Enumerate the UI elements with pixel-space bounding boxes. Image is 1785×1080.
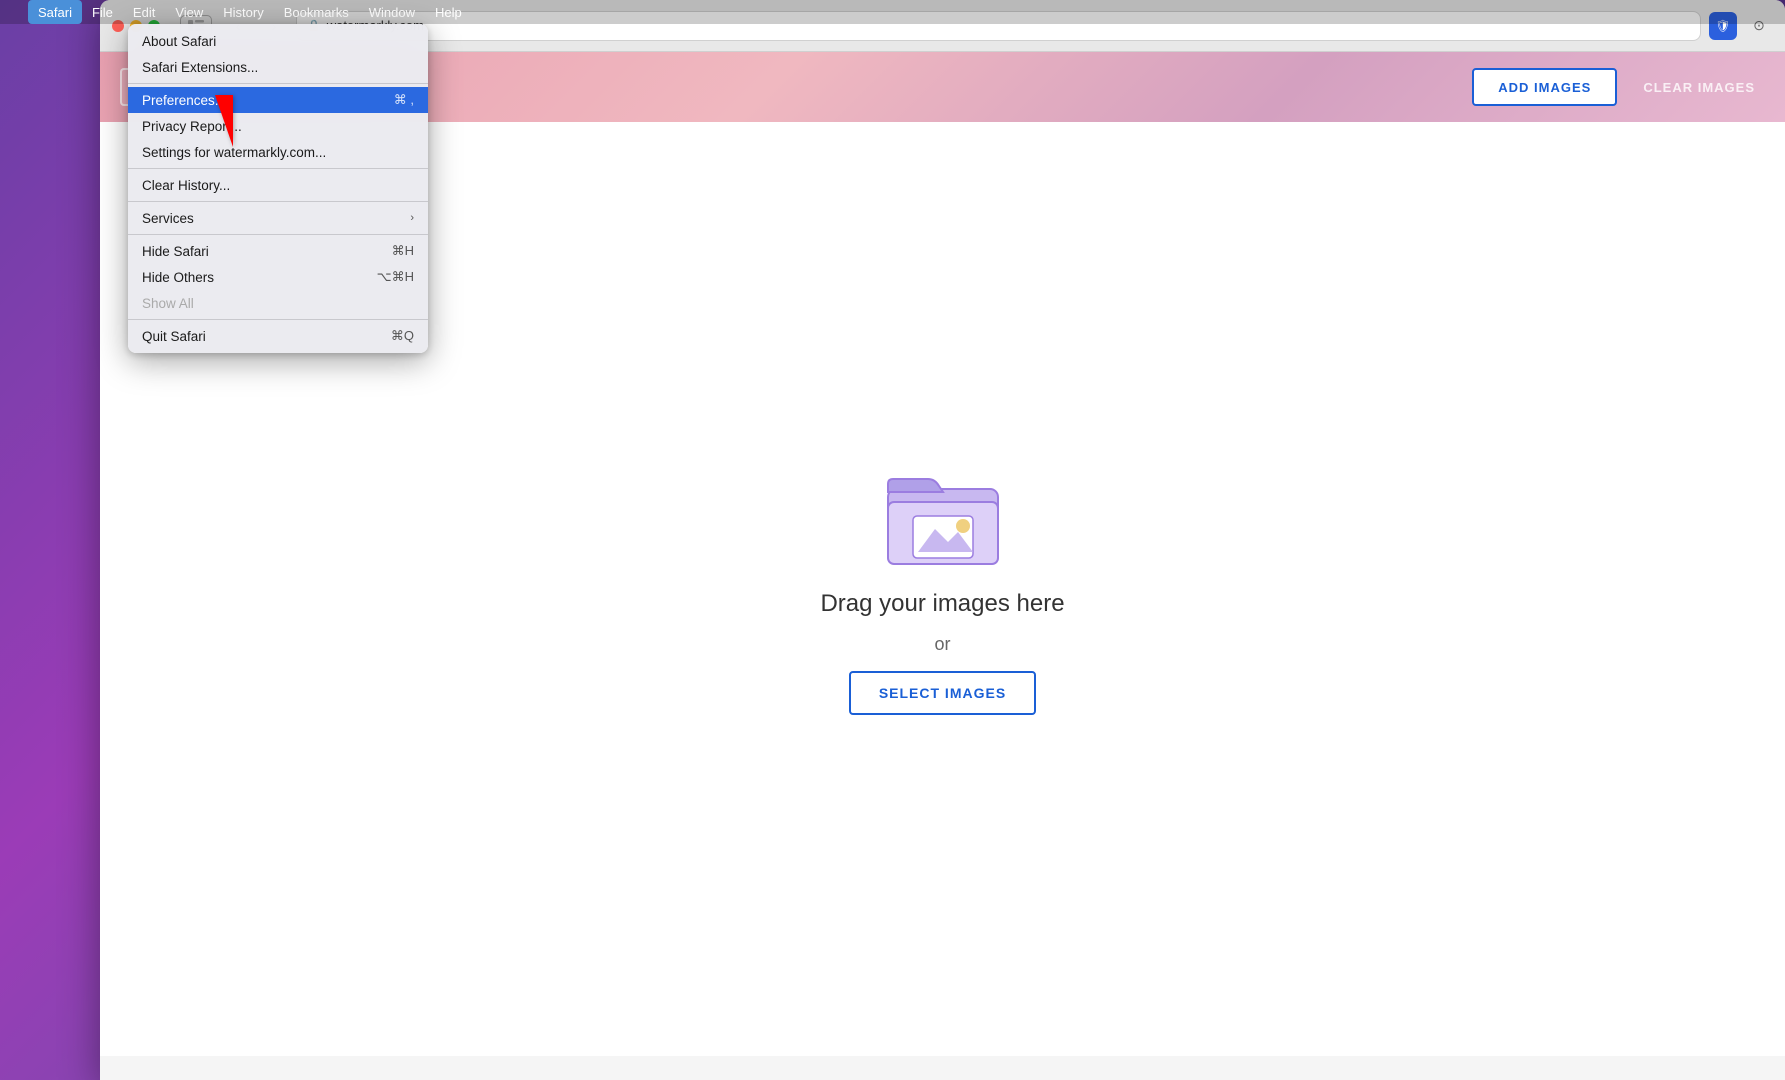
menu-separator-4 bbox=[128, 234, 428, 235]
menu-hide-others-label: Hide Others bbox=[142, 270, 214, 285]
menubar-history-label: History bbox=[223, 5, 263, 20]
menu-separator-2 bbox=[128, 168, 428, 169]
apple-menu[interactable] bbox=[8, 0, 28, 24]
menu-item-hide-safari[interactable]: Hide Safari ⌘H bbox=[128, 238, 428, 264]
menu-item-privacy[interactable]: Privacy Report... bbox=[128, 113, 428, 139]
menubar-bookmarks-label: Bookmarks bbox=[284, 5, 349, 20]
menu-hide-safari-label: Hide Safari bbox=[142, 244, 209, 259]
clear-images-button[interactable]: CLEAR IMAGES bbox=[1633, 80, 1765, 95]
menu-about-label: About Safari bbox=[142, 34, 216, 49]
menu-quit-shortcut: ⌘Q bbox=[391, 328, 414, 344]
select-images-button[interactable]: SELECT IMAGES bbox=[849, 671, 1036, 715]
menu-item-preferences[interactable]: Preferences... ⌘ , bbox=[128, 87, 428, 113]
menubar-help[interactable]: Help bbox=[425, 0, 472, 24]
menu-services-label: Services bbox=[142, 211, 194, 226]
menubar-help-label: Help bbox=[435, 5, 462, 20]
drop-zone: Drag your images here or SELECT IMAGES bbox=[820, 464, 1064, 715]
services-submenu-arrow: › bbox=[410, 212, 414, 224]
menubar-file-label: File bbox=[92, 5, 113, 20]
menu-settings-label: Settings for watermarkly.com... bbox=[142, 145, 326, 160]
menubar-safari-label: Safari bbox=[38, 5, 72, 20]
menu-item-services[interactable]: Services › bbox=[128, 205, 428, 231]
menu-item-clear-history[interactable]: Clear History... bbox=[128, 172, 428, 198]
menubar-edit-label: Edit bbox=[133, 5, 155, 20]
menu-hide-others-shortcut: ⌥⌘H bbox=[377, 269, 414, 285]
menu-quit-label: Quit Safari bbox=[142, 329, 206, 344]
menubar-window[interactable]: Window bbox=[359, 0, 425, 24]
menubar-file[interactable]: File bbox=[82, 0, 123, 24]
menubar-safari[interactable]: Safari bbox=[28, 0, 82, 24]
menu-item-extensions[interactable]: Safari Extensions... bbox=[128, 54, 428, 80]
menu-clear-history-label: Clear History... bbox=[142, 178, 230, 193]
menu-preferences-label: Preferences... bbox=[142, 93, 226, 108]
menu-separator-3 bbox=[128, 201, 428, 202]
or-text: or bbox=[934, 634, 950, 655]
menu-privacy-label: Privacy Report... bbox=[142, 119, 242, 134]
menubar-window-label: Window bbox=[369, 5, 415, 20]
menu-show-all-label: Show All bbox=[142, 296, 194, 311]
safari-dropdown-menu: About Safari Safari Extensions... Prefer… bbox=[128, 24, 428, 353]
add-images-button[interactable]: ADD IMAGES bbox=[1472, 68, 1617, 106]
menubar-view[interactable]: View bbox=[165, 0, 213, 24]
folder-icon bbox=[883, 464, 1003, 574]
menu-hide-safari-shortcut: ⌘H bbox=[392, 243, 414, 259]
menubar-view-label: View bbox=[175, 5, 203, 20]
menu-separator-5 bbox=[128, 319, 428, 320]
menubar-edit[interactable]: Edit bbox=[123, 0, 165, 24]
menu-separator-1 bbox=[128, 83, 428, 84]
menu-item-settings[interactable]: Settings for watermarkly.com... bbox=[128, 139, 428, 165]
drag-text: Drag your images here bbox=[820, 590, 1064, 618]
menubar-history[interactable]: History bbox=[213, 0, 273, 24]
menu-extensions-label: Safari Extensions... bbox=[142, 60, 258, 75]
top-menubar: Safari File Edit View History Bookmarks … bbox=[0, 0, 1785, 24]
menu-item-quit[interactable]: Quit Safari ⌘Q bbox=[128, 323, 428, 349]
menu-preferences-shortcut: ⌘ , bbox=[394, 92, 414, 108]
menu-item-hide-others[interactable]: Hide Others ⌥⌘H bbox=[128, 264, 428, 290]
menu-item-about[interactable]: About Safari bbox=[128, 28, 428, 54]
menubar-bookmarks[interactable]: Bookmarks bbox=[274, 0, 359, 24]
menu-item-show-all: Show All bbox=[128, 290, 428, 316]
